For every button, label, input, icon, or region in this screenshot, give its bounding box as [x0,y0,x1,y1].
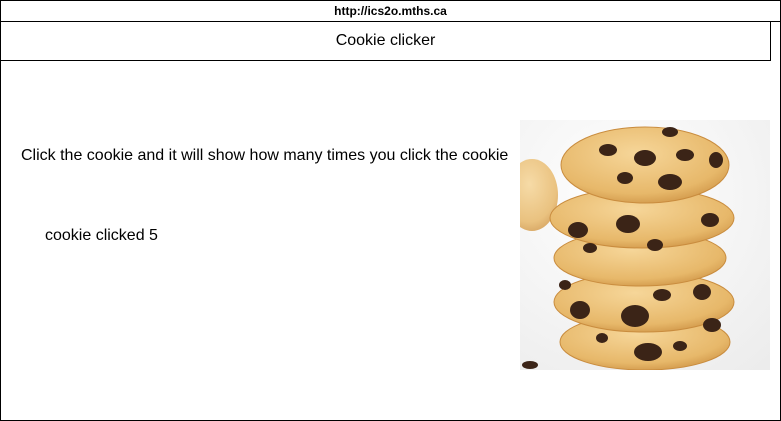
url-bar[interactable]: http://ics2o.mths.ca [1,1,780,22]
cookie-button[interactable] [520,120,770,370]
cookie-stack-image[interactable] [520,120,770,370]
instructions-text: Click the cookie and it will show how ma… [21,147,509,164]
click-counter: cookie clicked 5 [45,227,158,244]
page-header: Cookie clicker [1,21,771,61]
page-title: Cookie clicker [335,32,436,49]
